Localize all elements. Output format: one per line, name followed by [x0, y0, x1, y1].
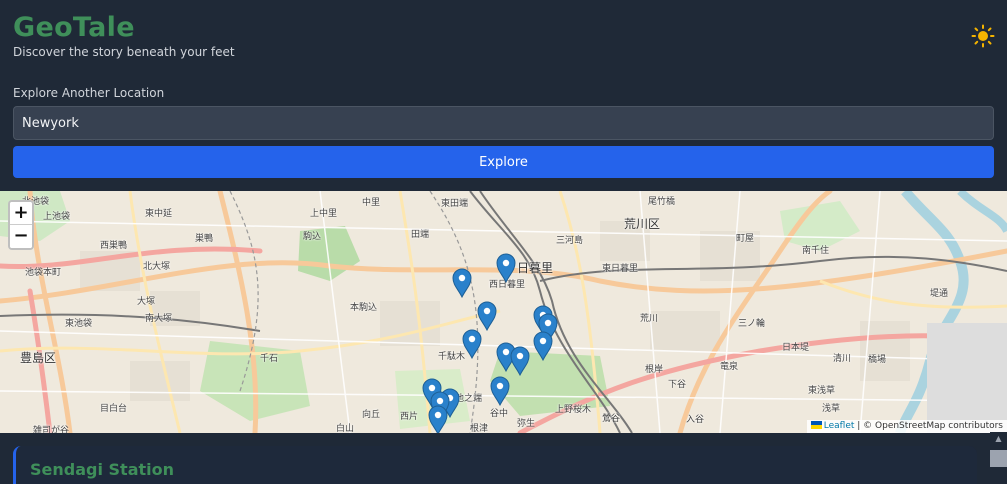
map-label: 南千住 — [802, 246, 830, 256]
map-label: 西片 — [400, 412, 419, 422]
map-label: 白山 — [336, 424, 355, 433]
map-label: 千駄木 — [438, 352, 466, 362]
osm-attribution: | © OpenStreetMap contributors — [854, 421, 1003, 431]
map-label: 向丘 — [362, 410, 381, 420]
scroll-thumb[interactable] — [990, 450, 1007, 467]
map-label: 竜泉 — [720, 362, 739, 372]
card-title: Sendagi Station — [30, 460, 175, 479]
ukraine-flag-icon — [810, 421, 822, 429]
leaflet-link[interactable]: Leaflet — [824, 421, 855, 431]
map-label: 堤通 — [930, 289, 949, 299]
map-attribution: Leaflet | © OpenStreetMap contributors — [806, 420, 1007, 433]
map-label: 雑司が谷 — [33, 426, 70, 433]
map-label: 東浅草 — [808, 386, 836, 396]
map-label: 三ノ輪 — [738, 319, 766, 329]
app-subtitle: Discover the story beneath your feet — [13, 45, 235, 59]
map-marker-icon[interactable] — [452, 268, 472, 299]
map-label: 千石 — [260, 354, 279, 364]
map-label: 清川 — [833, 354, 852, 364]
map-label: 本駒込 — [350, 303, 378, 313]
map-label: 東中延 — [145, 209, 173, 219]
map-label: 根岸 — [645, 365, 664, 375]
map-label: 大塚 — [137, 297, 156, 307]
map-label: 田端 — [411, 230, 430, 240]
app-header: GeoTale Discover the story beneath your … — [13, 12, 235, 59]
map-label: 北大塚 — [143, 262, 171, 272]
map-label: 荒川 — [640, 314, 659, 324]
scrollbar[interactable]: ▲ — [990, 432, 1007, 484]
map-label: 上池袋 — [43, 212, 71, 222]
map-label: 入谷 — [686, 415, 705, 425]
map-marker-icon[interactable] — [496, 253, 516, 284]
map-label: 弥生 — [517, 419, 536, 429]
location-label: Explore Another Location — [13, 86, 165, 100]
map-label: 橋場 — [868, 355, 887, 365]
unloaded-tile — [927, 323, 1007, 433]
map-label: 豊島区 — [20, 351, 57, 365]
location-input[interactable] — [13, 106, 994, 140]
explore-button[interactable]: Explore — [13, 146, 994, 178]
map-marker-icon[interactable] — [533, 331, 553, 362]
map-marker-icon[interactable] — [510, 346, 530, 377]
map-label: 日暮里 — [517, 261, 554, 275]
map-label: 下谷 — [668, 380, 687, 390]
map[interactable]: 北池袋 上池袋 東中延 西巣鴨 巣鴨 中里 上中里 田端 東田端 荒川区 町屋 … — [0, 191, 1007, 433]
zoom-in-button[interactable]: + — [10, 202, 32, 225]
scroll-up-icon[interactable]: ▲ — [994, 434, 1003, 443]
app-title: GeoTale — [13, 12, 135, 43]
map-label: 南大塚 — [145, 314, 173, 324]
map-label: 鶯谷 — [602, 414, 621, 424]
map-label: 根津 — [470, 424, 489, 433]
map-label: 谷中 — [490, 409, 509, 419]
location-card: Sendagi Station — [13, 446, 977, 484]
map-marker-icon[interactable] — [477, 301, 497, 332]
map-label: 上野桜木 — [555, 405, 592, 415]
map-label: 町屋 — [736, 234, 755, 244]
map-label: 中里 — [362, 198, 381, 208]
zoom-control: + − — [8, 200, 34, 250]
map-label: 駒込 — [303, 232, 322, 242]
location-form: Explore Another Location Explore — [13, 86, 994, 178]
map-label: 西巣鴨 — [100, 241, 128, 251]
map-marker-icon[interactable] — [490, 376, 510, 407]
map-label: 尾竹橋 — [648, 197, 676, 207]
map-label: 東日暮里 — [602, 264, 639, 274]
map-label: 上中里 — [310, 209, 338, 219]
zoom-out-button[interactable]: − — [10, 225, 32, 248]
map-label: 目白台 — [100, 404, 128, 414]
map-label: 三河島 — [556, 236, 584, 246]
map-marker-icon[interactable] — [428, 405, 448, 433]
map-label: 東池袋 — [65, 319, 93, 329]
map-marker-icon[interactable] — [462, 329, 482, 360]
map-label: 東田端 — [441, 199, 469, 209]
map-label: 巣鴨 — [195, 234, 214, 244]
map-label: 日本堤 — [782, 343, 810, 353]
map-label: 浅草 — [822, 404, 841, 414]
map-label: 池袋本町 — [25, 268, 62, 278]
sun-icon[interactable] — [971, 24, 995, 48]
map-label: 荒川区 — [624, 217, 661, 231]
